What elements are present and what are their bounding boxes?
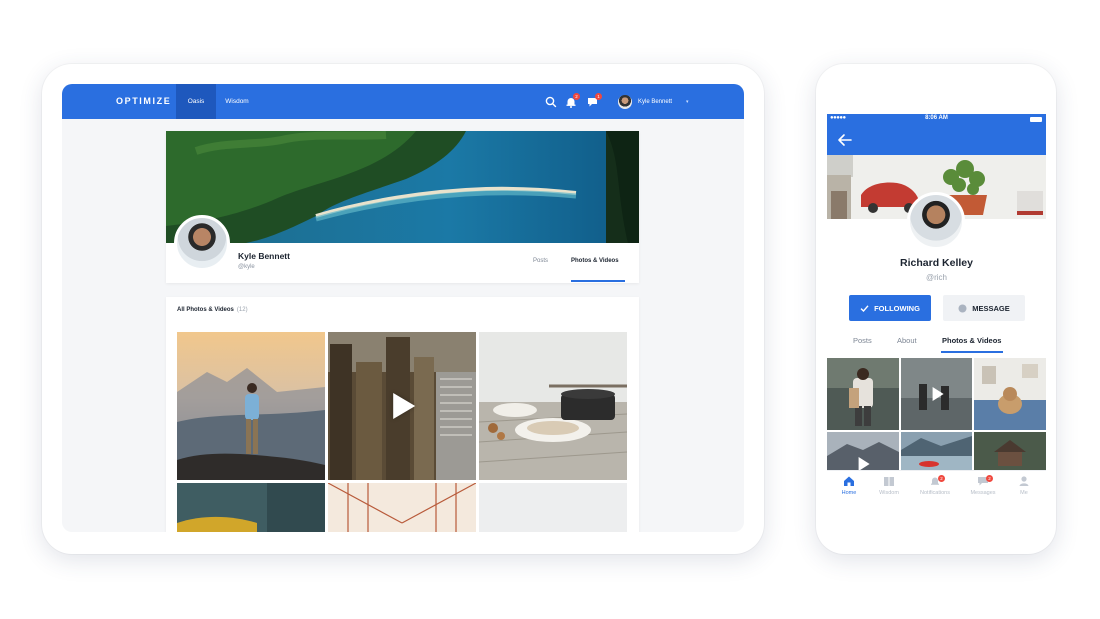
chevron-down-icon: ▾ bbox=[686, 99, 689, 105]
messages-badge: 1 bbox=[595, 93, 602, 100]
grid-thumb-dog[interactable] bbox=[974, 358, 1046, 430]
tab-posts[interactable]: Posts bbox=[533, 258, 548, 264]
back-arrow-icon[interactable] bbox=[837, 132, 853, 152]
gallery-title: All Photos & Videos (12) bbox=[177, 307, 248, 313]
tablet-device: OPTIMIZE Oasis Wisdom 2 1 Kyle Bennett ▾ bbox=[42, 64, 764, 554]
phone-screen: ●●●●● 8:06 AM Richard Kelley @rich FOLLO… bbox=[827, 114, 1046, 506]
tabbar-me-label: Me bbox=[1020, 490, 1028, 496]
notification-bell-icon[interactable]: 2 bbox=[564, 93, 580, 109]
tabbar-me[interactable]: Me bbox=[1004, 475, 1044, 496]
play-icon[interactable] bbox=[393, 393, 416, 419]
messages-badge: 2 bbox=[986, 475, 993, 482]
profile-name: Richard Kelley bbox=[900, 257, 973, 269]
tabbar-wisdom-label: Wisdom bbox=[879, 490, 899, 496]
notification-badge: 2 bbox=[573, 93, 580, 100]
message-button[interactable]: MESSAGE bbox=[943, 295, 1025, 321]
user-icon bbox=[1019, 476, 1029, 486]
gallery-count: (12) bbox=[236, 307, 248, 313]
tab-photos-videos[interactable]: Photos & Videos bbox=[571, 258, 619, 264]
tabbar-messages-label: Messages bbox=[970, 490, 996, 496]
phone-header bbox=[827, 125, 1046, 155]
top-navbar: OPTIMIZE Oasis Wisdom 2 1 Kyle Bennett ▾ bbox=[62, 84, 744, 119]
profile-handle: @kyle bbox=[238, 264, 255, 270]
bottom-tabbar: Home Wisdom 2 Notifications 2 Messages M… bbox=[827, 470, 1046, 506]
tabbar-home[interactable]: Home bbox=[829, 475, 869, 496]
brand-logo[interactable]: OPTIMIZE bbox=[116, 96, 171, 106]
status-time: 8:06 AM bbox=[925, 115, 948, 121]
avatar bbox=[618, 95, 632, 109]
tabbar-notifications-label: Notifications bbox=[920, 490, 950, 496]
play-icon[interactable] bbox=[858, 457, 870, 470]
profile-card: Kyle Bennett @kyle Posts Photos & Videos bbox=[166, 131, 639, 283]
grid-thumb-lake[interactable] bbox=[901, 432, 972, 470]
tabbar-messages[interactable]: 2 Messages bbox=[963, 475, 1003, 496]
gallery-title-text: All Photos & Videos bbox=[177, 307, 234, 313]
active-tab-indicator bbox=[571, 280, 625, 282]
profile-avatar[interactable] bbox=[907, 192, 965, 250]
grid-thumb-beach-video[interactable] bbox=[901, 358, 972, 430]
nav-tab-oasis[interactable]: Oasis bbox=[176, 84, 216, 119]
messages-icon[interactable]: 1 bbox=[586, 93, 602, 109]
tabbar-home-label: Home bbox=[841, 490, 857, 496]
following-label: FOLLOWING bbox=[874, 303, 920, 313]
gallery-thumb-fog[interactable] bbox=[479, 483, 627, 532]
tabbar-wisdom[interactable]: Wisdom bbox=[869, 475, 909, 496]
search-icon[interactable] bbox=[544, 95, 558, 109]
tab-photos-videos[interactable]: Photos & Videos bbox=[942, 336, 1001, 345]
gallery-thumb-hiker[interactable] bbox=[177, 332, 325, 480]
nav-tab-wisdom[interactable]: Wisdom bbox=[219, 84, 255, 119]
grid-thumb-cabin[interactable] bbox=[974, 432, 1046, 470]
home-icon bbox=[844, 476, 854, 486]
battery-icon bbox=[1030, 117, 1042, 122]
active-tab-indicator bbox=[941, 351, 1003, 353]
tab-about[interactable]: About bbox=[897, 336, 917, 345]
tabbar-notifications[interactable]: 2 Notifications bbox=[915, 475, 955, 496]
tablet-screen: OPTIMIZE Oasis Wisdom 2 1 Kyle Bennett ▾ bbox=[62, 84, 744, 532]
gallery-thumb-bridge[interactable] bbox=[328, 483, 476, 532]
gallery-thumb-car[interactable] bbox=[177, 483, 325, 532]
phone-device: ●●●●● 8:06 AM Richard Kelley @rich FOLLO… bbox=[816, 64, 1056, 554]
notifications-badge: 2 bbox=[938, 475, 945, 482]
play-icon[interactable] bbox=[932, 387, 944, 401]
gallery-thumb-city-video[interactable] bbox=[328, 332, 476, 480]
check-icon bbox=[860, 304, 869, 312]
book-icon bbox=[884, 477, 894, 486]
grid-thumb-mountain-video[interactable] bbox=[827, 432, 899, 470]
status-bar: ●●●●● 8:06 AM bbox=[827, 114, 1046, 125]
grid-thumb-couple[interactable] bbox=[827, 358, 899, 430]
profile-name: Kyle Bennett bbox=[238, 251, 290, 261]
profile-avatar[interactable] bbox=[174, 215, 230, 271]
chat-bubble-icon bbox=[958, 304, 967, 312]
following-button[interactable]: FOLLOWING bbox=[849, 295, 931, 321]
photo-gallery: All Photos & Videos (12) bbox=[166, 297, 639, 532]
message-label: MESSAGE bbox=[972, 303, 1010, 313]
profile-handle: @rich bbox=[925, 273, 947, 282]
gallery-thumb-table[interactable] bbox=[479, 332, 627, 480]
user-name: Kyle Bennett bbox=[638, 99, 673, 105]
user-menu[interactable]: Kyle Bennett ▾ bbox=[618, 94, 689, 110]
tab-posts[interactable]: Posts bbox=[853, 336, 872, 345]
cover-photo bbox=[166, 131, 639, 243]
